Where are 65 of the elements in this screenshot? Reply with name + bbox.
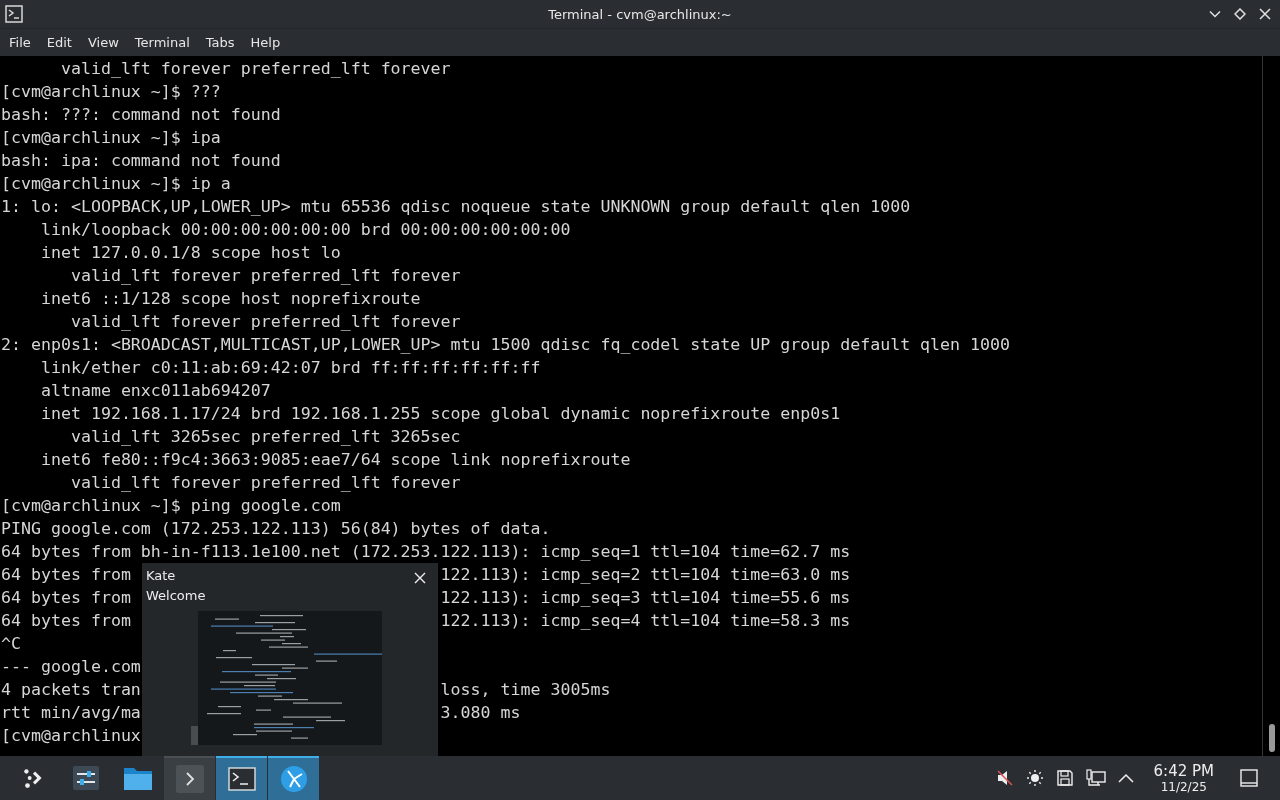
menu-item[interactable]: Tabs [197, 35, 243, 50]
sliders-icon [71, 764, 100, 792]
terminal-line: link/ether c0:11:ab:69:42:07 brd ff:ff:ff:ff:ff:ff [39, 357, 541, 379]
terminal-line: 122.113): icmp_seq=2 ttl=104 time=63.0 ms [440, 564, 851, 586]
terminal-line: 64 bytes from [1, 587, 131, 609]
taskbar-button[interactable] [216, 756, 267, 800]
terminal-line: rtt min/avg/ma [1, 702, 141, 724]
terminal-line: inet6 fe80::f9c4:3663:9085:eae7/64 scope link noprefixroute [39, 449, 631, 471]
minimize-icon[interactable] [1209, 8, 1221, 20]
window-title: Terminal - cvm@archlinux:~ [548, 6, 732, 22]
terminal-line: 122.113): icmp_seq=4 ttl=104 time=58.3 ms [440, 610, 851, 632]
preview-title: Kate [146, 567, 177, 585]
terminal-line: --- google.com [1, 656, 141, 678]
menu-item[interactable]: Help [242, 35, 289, 50]
terminal-line: 3.080 ms [440, 702, 521, 724]
terminal-line: [cvm@archlinux ~]$ ipa [1, 127, 221, 149]
terminal-line: 64 bytes from [1, 564, 131, 586]
close-icon[interactable] [1259, 8, 1271, 20]
maximize-icon[interactable] [1234, 8, 1246, 20]
terminal-icon [227, 767, 256, 791]
clock[interactable]: 6:42 PM 11/2/25 [1153, 762, 1214, 794]
terminal-line: [cvm@archlinux ~]$ ??? [1, 81, 221, 103]
clock-date: 11/2/25 [1160, 779, 1207, 794]
terminal-line: [cvm@archlinux [1, 725, 141, 747]
menu-item[interactable]: View [79, 35, 127, 50]
folder-icon [122, 765, 153, 791]
terminal-line: link/loopback 00:00:00:00:00:00 brd 00:00:00:00:00:00 [39, 219, 571, 241]
terminal-line: PING google.com (172.253.122.113) 56(84) bytes of data. [1, 518, 551, 540]
terminal-line: 1: lo: <LOOPBACK,UP,LOWER_UP> mtu 65536 qdisc noqueue state UNKNOWN group default qlen 1000 [1, 196, 911, 218]
terminal-line: 64 bytes from bh-in-f113.1e100.net (172.253.122.113): icmp_seq=1 ttl=104 time=62.7 ms [1, 541, 851, 563]
terminal-line: ^C [1, 633, 21, 655]
terminal-line: bash: ???: command not found [1, 104, 281, 126]
preview-subtitle: Welcome [146, 587, 206, 605]
terminal-line: altname enxc011ab694207 [39, 380, 271, 402]
window-preview-tooltip[interactable]: Kate Welcome [142, 563, 438, 756]
muted-speaker-icon[interactable] [995, 769, 1014, 787]
terminal-line: bash: ipa: command not found [1, 150, 281, 172]
terminal-line: valid_lft forever preferred_lft forever [69, 311, 461, 333]
terminal-line: valid_lft forever preferred_lft forever [59, 58, 451, 80]
close-icon[interactable] [414, 572, 426, 584]
menu-item[interactable]: Edit [38, 35, 80, 50]
terminal-line: valid_lft forever preferred_lft forever [69, 472, 461, 494]
terminal-line: valid_lft 3265sec preferred_lft 3265sec [69, 426, 461, 448]
taskbar-button[interactable] [268, 756, 319, 800]
terminal-line: inet 127.0.0.1/8 scope host lo [39, 242, 341, 264]
terminal-line: inet6 ::1/128 scope host noprefixroute [39, 288, 421, 310]
terminal-line: loss, time 3005ms [440, 679, 611, 701]
terminal-line: 2: enp0s1: <BROADCAST,MULTICAST,UP,LOWER_UP> mtu 1500 qdisc fq_codel state UP group default qlen 1000 [1, 334, 1011, 356]
terminal-line: [cvm@archlinux ~]$ ip a [1, 173, 231, 195]
terminal-line: [cvm@archlinux ~]$ ping google.com [1, 495, 341, 517]
menu-item[interactable]: File [1, 35, 39, 50]
terminal-line: valid_lft forever preferred_lft forever [69, 265, 461, 287]
menu-item[interactable]: Terminal [126, 35, 198, 50]
terminal-line: 122.113): icmp_seq=3 ttl=104 time=55.6 ms [440, 587, 851, 609]
chevron-icon [175, 765, 204, 793]
scrollbar-thumb[interactable] [1268, 724, 1275, 752]
terminal-line: 64 bytes from [1, 610, 131, 632]
network-icon[interactable] [1085, 769, 1106, 787]
terminal-line: inet 192.168.1.17/24 brd 192.168.1.255 scope global dynamic noprefixroute enp0s1 [39, 403, 841, 425]
brightness-icon[interactable] [1025, 769, 1044, 787]
show-desktop-icon[interactable] [1240, 769, 1258, 787]
caret-up-icon[interactable] [1117, 773, 1134, 783]
clock-time: 6:42 PM [1153, 762, 1214, 780]
terminal-icon [5, 5, 23, 23]
terminal-line: 4 packets tran [1, 679, 141, 701]
